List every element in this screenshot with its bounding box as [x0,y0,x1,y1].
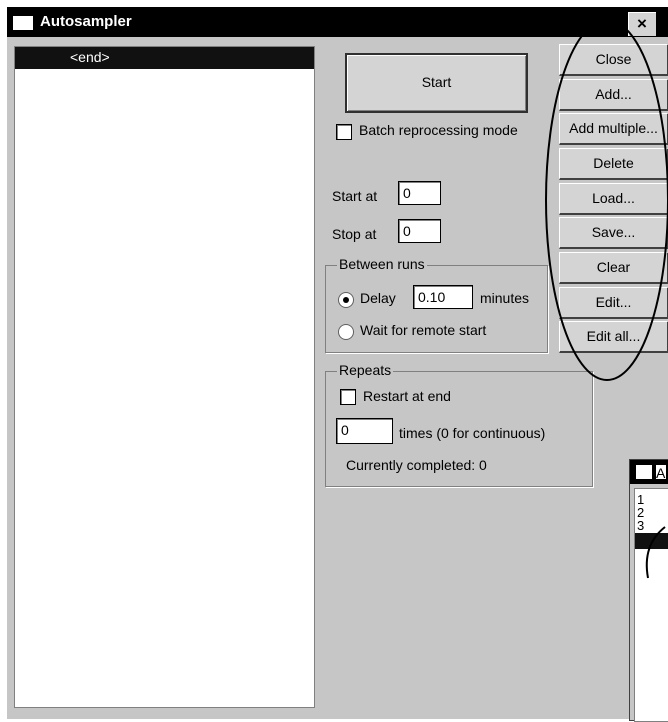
delay-label: Delay [360,290,396,306]
edit-all-button[interactable]: Edit all... [559,321,668,353]
delay-unit-label: minutes [480,290,530,306]
queue-item-selected[interactable]: <end> [15,47,314,69]
second-window-icon [636,465,652,479]
wait-remote-radio[interactable] [338,324,354,340]
batch-reprocessing-checkbox[interactable] [336,124,352,140]
repeats-title: Repeats [337,362,394,378]
add-button[interactable]: Add... [559,79,668,111]
delay-radio[interactable] [338,292,354,308]
start-at-label: Start at [332,188,378,204]
start-button[interactable]: Start [345,53,528,113]
completed-count-text: Currently completed: 0 [346,457,487,473]
repeat-times-label: times (0 for continuous) [399,425,546,441]
second-window-title-fragment: A [656,465,666,481]
second-window: A 1 2 3 [629,459,668,722]
window-title: Autosampler [40,13,132,30]
repeat-times-input[interactable]: 0 [336,418,393,444]
selected-list-row[interactable] [635,533,668,549]
delay-input[interactable]: 0.10 [413,285,473,309]
second-window-title-bar[interactable]: A [630,460,668,484]
save-button[interactable]: Save... [559,217,668,249]
load-button[interactable]: Load... [559,183,668,215]
wait-remote-label: Wait for remote start [360,322,487,338]
between-runs-group [325,265,548,353]
second-window-listbox[interactable]: 1 2 3 [634,488,668,722]
queue-item-label: <end> [70,49,110,65]
clear-button[interactable]: Clear [559,252,668,284]
autosampler-window: Autosampler <end> Start Batch reprocessi… [6,6,668,719]
restart-at-end-label: Restart at end [363,388,451,404]
title-bar[interactable]: Autosampler [7,7,668,37]
stop-at-input[interactable]: 0 [398,219,441,243]
batch-reprocessing-label: Batch reprocessing mode [359,122,518,138]
between-runs-title: Between runs [337,256,427,272]
close-icon[interactable]: × [627,11,657,37]
list-item[interactable]: 3 [637,519,644,532]
edit-button[interactable]: Edit... [559,287,668,319]
start-at-input[interactable]: 0 [398,181,441,205]
queue-listbox[interactable]: <end> [14,46,315,708]
stop-at-label: Stop at [332,226,377,242]
delete-button[interactable]: Delete [559,148,668,180]
restart-at-end-checkbox[interactable] [340,389,356,405]
window-icon [13,16,33,30]
close-button[interactable]: Close [559,44,668,76]
add-multiple-button[interactable]: Add multiple... [559,113,668,145]
